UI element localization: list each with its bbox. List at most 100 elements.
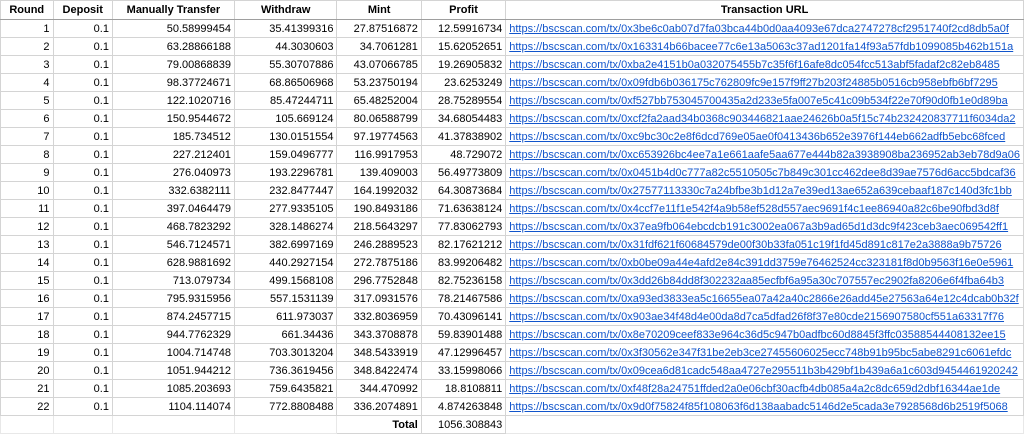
transaction-link[interactable]: https://bscscan.com/tx/0x8e70209ceef833e… <box>509 329 1005 341</box>
cell-deposit[interactable]: 0.1 <box>52 181 113 200</box>
cell-manually-transfer[interactable]: 227.212401 <box>111 145 235 164</box>
cell-withdraw[interactable]: 193.2296781 <box>233 163 338 182</box>
cell-deposit[interactable]: 0.1 <box>52 271 113 290</box>
cell-mint[interactable]: 336.2074891 <box>336 397 422 416</box>
cell-withdraw[interactable]: 105.669124 <box>233 109 338 128</box>
cell-withdraw[interactable]: 772.8808488 <box>233 397 338 416</box>
cell-withdraw[interactable]: 611.973037 <box>233 307 338 326</box>
cell-manually-transfer[interactable]: 713.079734 <box>111 271 235 290</box>
transaction-link[interactable]: https://bscscan.com/tx/0x0451b4d0c777a82… <box>509 167 1015 179</box>
cell-mint[interactable]: 190.8493186 <box>336 199 422 218</box>
transaction-link[interactable]: https://bscscan.com/tx/0x3dd26b84dd8f302… <box>509 275 1004 287</box>
cell-manually-transfer[interactable]: 795.9315956 <box>111 289 235 308</box>
header-profit[interactable]: Profit <box>420 0 507 20</box>
cell-withdraw[interactable]: 557.1531139 <box>233 289 338 308</box>
cell-manually-transfer[interactable]: 50.58999454 <box>111 19 235 38</box>
cell-deposit[interactable]: 0.1 <box>52 343 113 362</box>
cell-manually-transfer[interactable]: 944.7762329 <box>111 325 235 344</box>
cell-deposit[interactable]: 0.1 <box>52 145 113 164</box>
cell-withdraw[interactable]: 759.6435821 <box>233 379 338 398</box>
cell-round[interactable]: 6 <box>0 109 54 128</box>
cell-withdraw[interactable]: 35.41399316 <box>233 19 338 38</box>
cell-manually-transfer[interactable]: 98.37724671 <box>111 73 235 92</box>
cell-manually-transfer[interactable]: 79.00868839 <box>111 55 235 74</box>
empty-cell[interactable] <box>0 415 54 434</box>
cell-profit[interactable]: 41.37838902 <box>420 127 507 146</box>
cell-deposit[interactable]: 0.1 <box>52 325 113 344</box>
cell-deposit[interactable]: 0.1 <box>52 253 113 272</box>
transaction-link[interactable]: https://bscscan.com/tx/0x37ea9fb064ebcdc… <box>509 221 1008 233</box>
header-transaction-url[interactable]: Transaction URL <box>505 0 1024 20</box>
cell-round[interactable]: 12 <box>0 217 54 236</box>
cell-withdraw[interactable]: 499.1568108 <box>233 271 338 290</box>
cell-profit[interactable]: 47.12996457 <box>420 343 507 362</box>
cell-deposit[interactable]: 0.1 <box>52 361 113 380</box>
cell-mint[interactable]: 272.7875186 <box>336 253 422 272</box>
transaction-link[interactable]: https://bscscan.com/tx/0xba2e4151b0a0320… <box>509 59 1000 71</box>
cell-manually-transfer[interactable]: 546.7124571 <box>111 235 235 254</box>
cell-round[interactable]: 15 <box>0 271 54 290</box>
transaction-link[interactable]: https://bscscan.com/tx/0x3be6c0ab07d7fa0… <box>509 23 1009 35</box>
cell-mint[interactable]: 317.0931576 <box>336 289 422 308</box>
cell-deposit[interactable]: 0.1 <box>52 109 113 128</box>
transaction-link[interactable]: https://bscscan.com/tx/0x31fdf621f606845… <box>509 239 1001 251</box>
cell-mint[interactable]: 34.7061281 <box>336 37 422 56</box>
cell-deposit[interactable]: 0.1 <box>52 73 113 92</box>
cell-mint[interactable]: 80.06588799 <box>336 109 422 128</box>
cell-withdraw[interactable]: 68.86506968 <box>233 73 338 92</box>
cell-manually-transfer[interactable]: 63.28866188 <box>111 37 235 56</box>
cell-round[interactable]: 13 <box>0 235 54 254</box>
cell-deposit[interactable]: 0.1 <box>52 37 113 56</box>
cell-round[interactable]: 3 <box>0 55 54 74</box>
cell-deposit[interactable]: 0.1 <box>52 91 113 110</box>
cell-manually-transfer[interactable]: 397.0464479 <box>111 199 235 218</box>
transaction-link[interactable]: https://bscscan.com/tx/0x27577113330c7a2… <box>509 185 1012 197</box>
cell-mint[interactable]: 218.5643297 <box>336 217 422 236</box>
cell-profit[interactable]: 82.17621212 <box>420 235 507 254</box>
cell-profit[interactable]: 48.729072 <box>420 145 507 164</box>
header-round[interactable]: Round <box>0 0 54 20</box>
transaction-link[interactable]: https://bscscan.com/tx/0xf527bb753045700… <box>509 95 1007 107</box>
cell-withdraw[interactable]: 44.3030603 <box>233 37 338 56</box>
cell-profit[interactable]: 82.75236158 <box>420 271 507 290</box>
cell-manually-transfer[interactable]: 1104.114074 <box>111 397 235 416</box>
cell-profit[interactable]: 83.99206482 <box>420 253 507 272</box>
cell-mint[interactable]: 246.2889523 <box>336 235 422 254</box>
cell-mint[interactable]: 343.3708878 <box>336 325 422 344</box>
cell-mint[interactable]: 43.07066785 <box>336 55 422 74</box>
cell-deposit[interactable]: 0.1 <box>52 163 113 182</box>
cell-manually-transfer[interactable]: 1085.203693 <box>111 379 235 398</box>
cell-mint[interactable]: 53.23750194 <box>336 73 422 92</box>
cell-round[interactable]: 16 <box>0 289 54 308</box>
cell-manually-transfer[interactable]: 874.2457715 <box>111 307 235 326</box>
transaction-link[interactable]: https://bscscan.com/tx/0x09fdb6b036175c7… <box>509 77 997 89</box>
empty-cell[interactable] <box>111 415 235 434</box>
cell-profit[interactable]: 4.874263848 <box>420 397 507 416</box>
cell-profit[interactable]: 70.43096141 <box>420 307 507 326</box>
cell-mint[interactable]: 65.48252004 <box>336 91 422 110</box>
cell-profit[interactable]: 59.83901488 <box>420 325 507 344</box>
cell-profit[interactable]: 15.62052651 <box>420 37 507 56</box>
transaction-link[interactable]: https://bscscan.com/tx/0x09cea6d81cadc54… <box>509 365 1018 377</box>
empty-cell[interactable] <box>505 415 1024 434</box>
cell-round[interactable]: 21 <box>0 379 54 398</box>
empty-cell[interactable] <box>233 415 338 434</box>
cell-round[interactable]: 17 <box>0 307 54 326</box>
cell-mint[interactable]: 348.5433919 <box>336 343 422 362</box>
cell-deposit[interactable]: 0.1 <box>52 397 113 416</box>
transaction-link[interactable]: https://bscscan.com/tx/0x3f30562e347f31b… <box>509 347 1011 359</box>
total-value[interactable]: 1056.308843 <box>420 415 507 434</box>
cell-round[interactable]: 10 <box>0 181 54 200</box>
cell-mint[interactable]: 296.7752848 <box>336 271 422 290</box>
total-label[interactable]: Total <box>336 415 422 434</box>
transaction-link[interactable]: https://bscscan.com/tx/0x4ccf7e11f1e542f… <box>509 203 999 215</box>
cell-manually-transfer[interactable]: 1051.944212 <box>111 361 235 380</box>
cell-manually-transfer[interactable]: 628.9881692 <box>111 253 235 272</box>
cell-round[interactable]: 2 <box>0 37 54 56</box>
transaction-link[interactable]: https://bscscan.com/tx/0xcf2fa2aad34b036… <box>509 113 1015 125</box>
header-deposit[interactable]: Deposit <box>52 0 113 20</box>
cell-round[interactable]: 22 <box>0 397 54 416</box>
cell-mint[interactable]: 27.87516872 <box>336 19 422 38</box>
cell-profit[interactable]: 28.75289554 <box>420 91 507 110</box>
cell-round[interactable]: 19 <box>0 343 54 362</box>
